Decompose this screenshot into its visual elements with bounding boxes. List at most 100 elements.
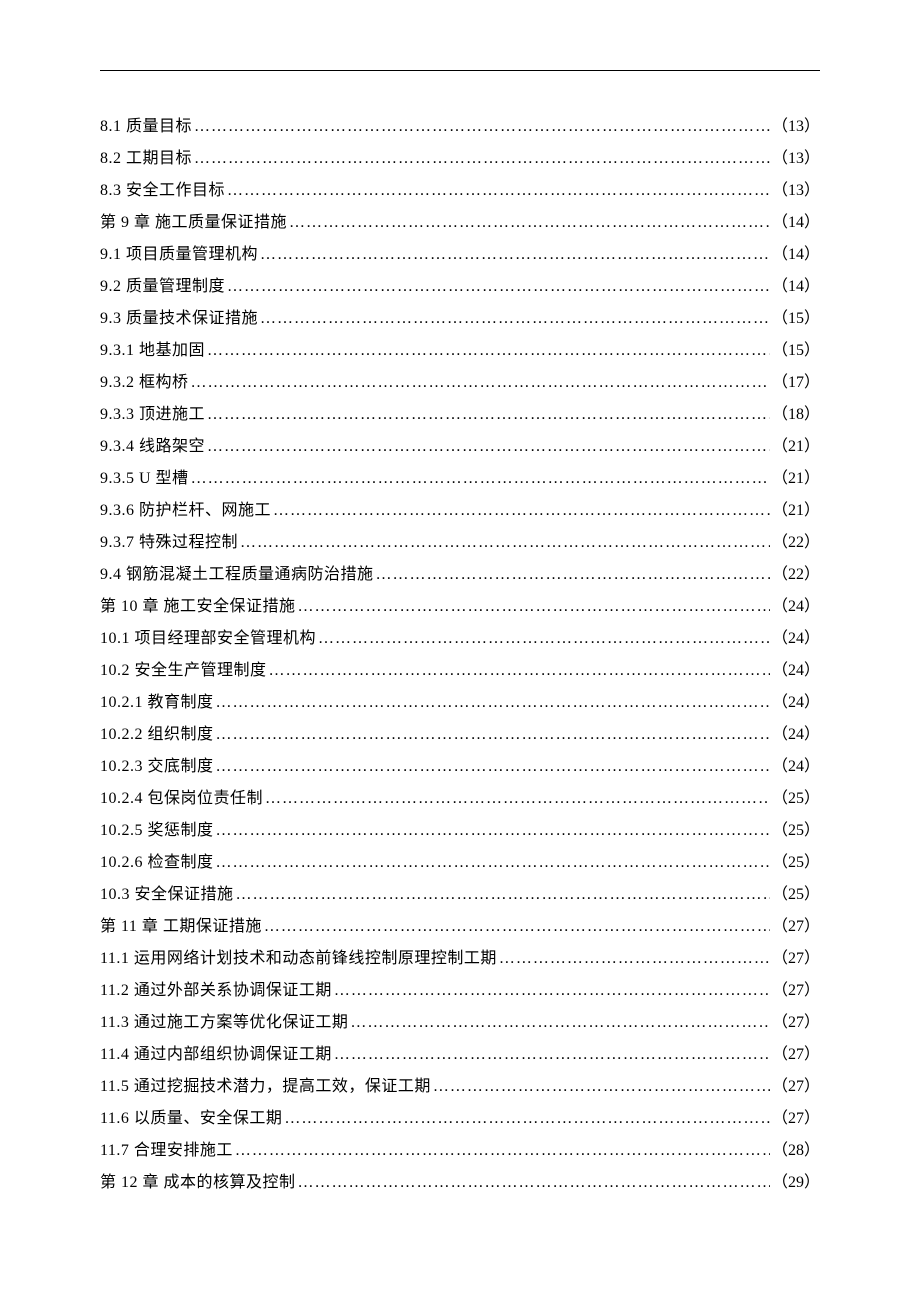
toc-entry: 第 11 章 工期保证措施 （27） [100,911,820,943]
toc-entry: 8.2 工期目标 （13） [100,143,820,175]
toc-leader-dots [334,975,770,1007]
toc-page-number: （14） [772,271,820,303]
toc-entry: 11.5 通过挖掘技术潜力，提高工效，保证工期 （27） [100,1071,820,1103]
toc-leader-dots [499,943,770,975]
toc-label: 9.3.2 框构桥 [100,367,189,399]
toc-page-number: （24） [772,719,820,751]
toc-page-number: （24） [772,655,820,687]
toc-leader-dots [207,335,770,367]
toc-leader-dots [264,911,770,943]
toc-label: 9.3.6 防护栏杆、网施工 [100,495,271,527]
toc-label: 第 11 章 工期保证措施 [100,911,262,943]
toc-label: 11.3 通过施工方案等优化保证工期 [100,1007,348,1039]
toc-leader-dots [284,1103,770,1135]
toc-entry: 11.2 通过外部关系协调保证工期（27） [100,975,820,1007]
toc-entry: 9.3.7 特殊过程控制（22） [100,527,820,559]
toc-entry: 9.3.1 地基加固（15） [100,335,820,367]
toc-page-number: （27） [772,975,820,1007]
toc-label: 10.3 安全保证措施 [100,879,234,911]
toc-entry: 9.3.3 顶进施工 （18） [100,399,820,431]
toc-page-number: （24） [772,591,820,623]
toc-label: 10.2.1 教育制度 [100,687,214,719]
toc-page-number: （27） [772,1071,820,1103]
toc-page-number: （21） [772,495,820,527]
toc-label: 9.3.1 地基加固 [100,335,205,367]
toc-label: 9.1 项目质量管理机构 [100,239,258,271]
toc-label: 8.3 安全工作目标 [100,175,225,207]
toc-page-number: （22） [772,559,820,591]
toc-label: 第 10 章 施工安全保证措施 [100,591,296,623]
toc-page-number: （13） [772,143,820,175]
toc-label: 10.1 项目经理部安全管理机构 [100,623,316,655]
toc-leader-dots [376,559,770,591]
toc-page-number: （28） [772,1135,820,1167]
toc-entry: 10.2.4 包保岗位责任制（25） [100,783,820,815]
toc-leader-dots [273,495,770,527]
toc-leader-dots [227,175,770,207]
toc-label: 第 12 章 成本的核算及控制 [100,1167,296,1199]
toc-entry: 第 10 章 施工安全保证措施 （24） [100,591,820,623]
toc-page-number: （27） [772,911,820,943]
toc-label: 11.6 以质量、安全保工期 [100,1103,282,1135]
toc-leader-dots [194,143,770,175]
toc-page-number: （27） [772,943,820,975]
toc-page-number: （21） [772,463,820,495]
toc-leader-dots [265,783,770,815]
toc-page-number: （24） [772,623,820,655]
toc-leader-dots [334,1039,770,1071]
toc-page-number: （25） [772,879,820,911]
toc-leader-dots [194,111,770,143]
toc-page-number: （13） [772,175,820,207]
toc-page-number: （25） [772,815,820,847]
toc-leader-dots [350,1007,770,1039]
toc-entry: 11.1 运用网络计划技术和动态前锋线控制原理控制工期 （27） [100,943,820,975]
toc-page-number: （17） [772,367,820,399]
toc-page-number: （25） [772,847,820,879]
toc-leader-dots [207,431,770,463]
toc-leader-dots [216,751,770,783]
toc-entry: 10.2.5 奖惩制度（25） [100,815,820,847]
toc-page-number: （27） [772,1103,820,1135]
toc-entry: 10.3 安全保证措施 （25） [100,879,820,911]
toc-entry: 9.1 项目质量管理机构 （14） [100,239,820,271]
toc-page-number: （29） [772,1167,820,1199]
toc-leader-dots [433,1071,770,1103]
toc-label: 第 9 章 施工质量保证措施 [100,207,287,239]
toc-leader-dots [289,207,770,239]
toc-entry: 8.1 质量目标（13） [100,111,820,143]
toc-label: 9.3.3 顶进施工 [100,399,205,431]
toc-label: 9.3 质量技术保证措施 [100,303,258,335]
header-divider [100,70,820,71]
toc-label: 8.2 工期目标 [100,143,192,175]
toc-label: 9.3.5 U 型槽 [100,463,189,495]
toc-leader-dots [216,847,770,879]
toc-label: 11.5 通过挖掘技术潜力，提高工效，保证工期 [100,1071,431,1103]
toc-page-number: （27） [772,1039,820,1071]
toc-leader-dots [318,623,770,655]
toc-leader-dots [227,271,770,303]
toc-label: 9.4 钢筋混凝土工程质量通病防治措施 [100,559,374,591]
toc-entry: 9.3 质量技术保证措施（15） [100,303,820,335]
toc-page-number: （21） [772,431,820,463]
toc-page-number: （14） [772,239,820,271]
toc-entry: 10.2 安全生产管理制度 （24） [100,655,820,687]
toc-entry: 9.3.2 框构桥 （17） [100,367,820,399]
toc-leader-dots [269,655,770,687]
toc-leader-dots [260,303,770,335]
toc-label: 8.1 质量目标 [100,111,192,143]
toc-label: 11.7 合理安排施工 [100,1135,233,1167]
toc-label: 10.2 安全生产管理制度 [100,655,267,687]
toc-entry: 11.6 以质量、安全保工期 （27） [100,1103,820,1135]
toc-label: 9.3.7 特殊过程控制 [100,527,238,559]
toc-page-number: （24） [772,687,820,719]
toc-label: 11.1 运用网络计划技术和动态前锋线控制原理控制工期 [100,943,497,975]
toc-leader-dots [298,1167,770,1199]
toc-page-number: （24） [772,751,820,783]
toc-label: 10.2.4 包保岗位责任制 [100,783,263,815]
toc-leader-dots [216,687,770,719]
toc-label: 10.2.2 组织制度 [100,719,214,751]
toc-entry: 第 9 章 施工质量保证措施（14） [100,207,820,239]
toc-entry: 第 12 章 成本的核算及控制 （29） [100,1167,820,1199]
toc-page-number: （18） [772,399,820,431]
toc-leader-dots [260,239,770,271]
